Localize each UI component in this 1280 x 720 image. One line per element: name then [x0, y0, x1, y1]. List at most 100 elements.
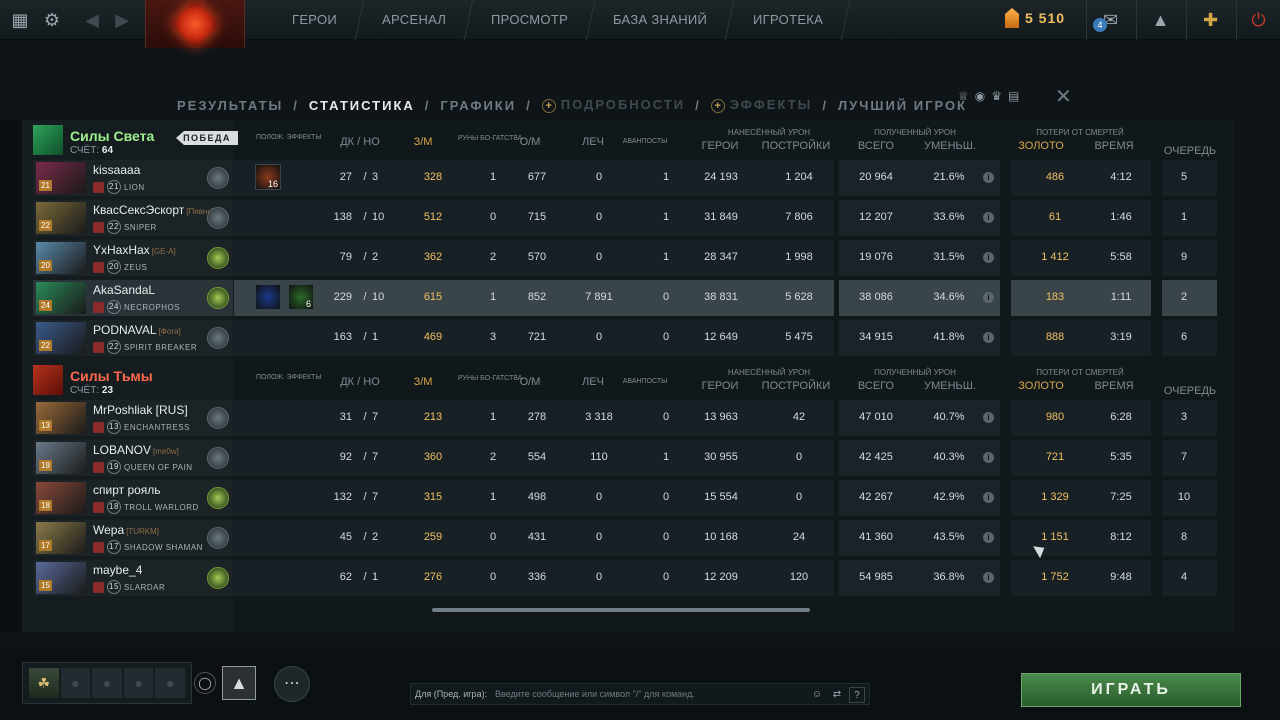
nav-heroes[interactable]: ГЕРОИ — [265, 0, 365, 40]
magic-buff-icon[interactable] — [255, 284, 281, 310]
tab-best-player[interactable]: ЛУЧШИЙ ИГРОК — [838, 98, 967, 113]
party-slot-empty[interactable]: ● — [60, 668, 91, 698]
nav-armory[interactable]: АРСЕНАЛ — [355, 0, 474, 40]
tab-details[interactable]: + ПОДРОБНОСТИ — [541, 97, 685, 113]
table-row[interactable]: 31 / 7 213 1 278 3 318 0 13 963 42 47 010 40.7% i 980… — [234, 400, 1234, 436]
replay-icon[interactable]: ◉ — [975, 89, 985, 103]
player-card[interactable]: 17 Wepa [TURKM] 17 SHADOW SHAMAN — [33, 520, 233, 556]
chat-channels-button[interactable]: ⋯ — [274, 666, 310, 702]
emoji-icon[interactable]: ☺ — [809, 687, 825, 703]
player-name[interactable]: kissaaaa — [93, 163, 140, 177]
crown-icon[interactable]: ♕ — [958, 89, 969, 103]
player-name[interactable]: maybe_4 — [93, 563, 142, 577]
rank-medal-icon[interactable] — [207, 287, 229, 309]
hero-portrait[interactable]: 15 — [36, 562, 86, 594]
table-row[interactable]: 163 / 1 469 3 721 0 0 12 649 5 475 34 915 41.8% i 888… — [234, 320, 1234, 356]
rank-medal-icon[interactable] — [207, 247, 229, 269]
table-row[interactable]: 16 27 / 3 328 1 677 0 1 24 193 1 204 20 964 21.6% i 48… — [234, 160, 1234, 196]
save-icon[interactable]: ▤ — [1008, 89, 1019, 103]
hero-portrait[interactable]: 18 — [36, 482, 86, 514]
player-card[interactable]: 19 LOBANOV [me0w] 19 QUEEN OF PAIN — [33, 440, 233, 476]
rank-medal-icon[interactable] — [207, 167, 229, 189]
info-icon[interactable]: i — [983, 292, 994, 303]
table-row[interactable]: 45 / 2 259 0 431 0 0 10 168 24 41 360 43.5% i 1 151 8:… — [234, 520, 1234, 556]
dota-logo[interactable] — [145, 0, 245, 49]
player-name[interactable]: Wepa [TURKM] — [93, 523, 159, 537]
hero-portrait[interactable]: 19 — [36, 442, 86, 474]
horizontal-scrollbar[interactable] — [432, 608, 810, 612]
rank-medal-icon[interactable] — [207, 527, 229, 549]
voice-chat-button[interactable]: ◯ — [194, 672, 216, 694]
hero-portrait[interactable]: 22 — [36, 202, 86, 234]
player-card[interactable]: 13 MrPoshliak [RUS] 13 ENCHANTRESS — [33, 400, 233, 436]
nav-learn[interactable]: БАЗА ЗНАНИЙ — [587, 0, 735, 40]
table-row[interactable]: 62 / 1 276 0 336 0 0 12 209 120 54 985 36.8% i 1 752 9… — [234, 560, 1234, 596]
hero-portrait[interactable]: 13 — [36, 402, 86, 434]
player-card[interactable]: 20 YxHaxHax [GE-A] 20 ZEUS — [33, 240, 233, 276]
translate-icon[interactable]: ⇄ — [829, 687, 845, 703]
info-icon[interactable]: i — [983, 532, 994, 543]
info-icon[interactable]: i — [983, 572, 994, 583]
party-slot-empty[interactable]: ● — [123, 668, 154, 698]
info-icon[interactable]: i — [983, 212, 994, 223]
fire-buff-icon[interactable]: 16 — [255, 164, 281, 190]
chat-input[interactable] — [495, 685, 805, 703]
rank-medal-icon[interactable] — [207, 447, 229, 469]
hero-portrait[interactable]: 17 — [36, 522, 86, 554]
inventory-button[interactable]: ▲ — [1136, 0, 1184, 40]
player-name[interactable]: спирт рояль — [93, 483, 161, 497]
rank-medal-icon[interactable] — [207, 207, 229, 229]
player-name[interactable]: MrPoshliak [RUS] — [93, 403, 188, 417]
info-icon[interactable]: i — [983, 492, 994, 503]
dashboard-icon[interactable]: ▦ — [8, 8, 32, 32]
player-name[interactable]: КвасСексЭскорт [Пивни] — [93, 203, 214, 217]
info-icon[interactable]: i — [983, 412, 994, 423]
player-name[interactable]: LOBANOV [me0w] — [93, 443, 179, 457]
rank-medal-icon[interactable] — [207, 407, 229, 429]
help-button[interactable]: ? — [849, 687, 865, 703]
rank-medal-icon[interactable] — [207, 567, 229, 589]
nav-arcade[interactable]: ИГРОТЕКА — [726, 0, 850, 40]
party-slot-self[interactable]: ☘ — [29, 668, 59, 698]
tab-graphs[interactable]: ГРАФИКИ — [440, 98, 516, 113]
play-button[interactable]: ИГРАТЬ — [1021, 673, 1241, 707]
player-name[interactable]: PODNAVAL [Фога] — [93, 323, 181, 337]
nav-watch[interactable]: ПРОСМОТР — [465, 0, 596, 40]
table-row[interactable]: 6 229 / 10 615 1 852 7 891 0 38 831 5 628 38 086 34.… — [234, 280, 1234, 316]
info-icon[interactable]: i — [983, 452, 994, 463]
forward-arrow-icon[interactable]: ▶ — [110, 8, 134, 32]
hero-portrait[interactable]: 20 — [36, 242, 86, 274]
player-card[interactable]: 18 спирт рояль 18 TROLL WARLORD — [33, 480, 233, 516]
player-card[interactable]: 15 maybe_4 15 SLARDAR — [33, 560, 233, 596]
hero-portrait[interactable]: 22 — [36, 322, 86, 354]
shards-balance[interactable]: 5 510 — [1005, 8, 1065, 28]
close-icon[interactable]: ✕ — [1055, 84, 1072, 109]
info-icon[interactable]: i — [983, 252, 994, 263]
table-row[interactable]: 79 / 2 362 2 570 0 1 28 347 1 998 19 076 31.5% i 1 41… — [234, 240, 1234, 276]
guild-button[interactable]: ▲ — [222, 666, 256, 700]
player-name[interactable]: YxHaxHax [GE-A] — [93, 243, 176, 257]
table-row[interactable]: 92 / 7 360 2 554 110 1 30 955 0 42 425 40.3% i 721 5:3… — [234, 440, 1234, 476]
info-icon[interactable]: i — [983, 332, 994, 343]
party-slot-empty[interactable]: ● — [92, 668, 122, 698]
power-button[interactable]: ⏻ — [1236, 0, 1280, 40]
chat-wheel-button[interactable]: ✉ 4 — [1086, 0, 1134, 40]
tab-statistics[interactable]: СТАТИСТИКА — [309, 98, 415, 113]
rank-medal-icon[interactable] — [207, 327, 229, 349]
player-name[interactable]: AkaSandaL — [93, 283, 155, 297]
info-icon[interactable]: i — [983, 172, 994, 183]
hero-portrait[interactable]: 24 — [36, 282, 86, 314]
tab-results[interactable]: РЕЗУЛЬТАТЫ — [177, 98, 283, 113]
player-card[interactable]: 22 PODNAVAL [Фога] 22 SPIRIT BREAKER — [33, 320, 233, 356]
nature-buff-icon[interactable]: 6 — [288, 284, 314, 310]
table-row[interactable]: 132 / 7 315 1 498 0 0 15 554 0 42 267 42.9% i 1 329 7:… — [234, 480, 1234, 516]
hero-portrait[interactable]: 21 — [36, 162, 86, 194]
player-card[interactable]: 24 AkaSandaL 24 NECROPHOS — [33, 280, 233, 316]
dota-plus-button[interactable]: ✚ — [1186, 0, 1234, 40]
player-card[interactable]: 22 КвасСексЭскорт [Пивни] 22 SNIPER — [33, 200, 233, 236]
player-card[interactable]: 21 kissaaaa 21 LION — [33, 160, 233, 196]
rank-medal-icon[interactable] — [207, 487, 229, 509]
table-row[interactable]: 138 / 10 512 0 715 0 1 31 849 7 806 12 207 33.6% i 61… — [234, 200, 1234, 236]
tab-effects[interactable]: + ЭФФЕКТЫ — [710, 97, 813, 113]
trophy-icon[interactable]: ♛ — [991, 89, 1002, 103]
